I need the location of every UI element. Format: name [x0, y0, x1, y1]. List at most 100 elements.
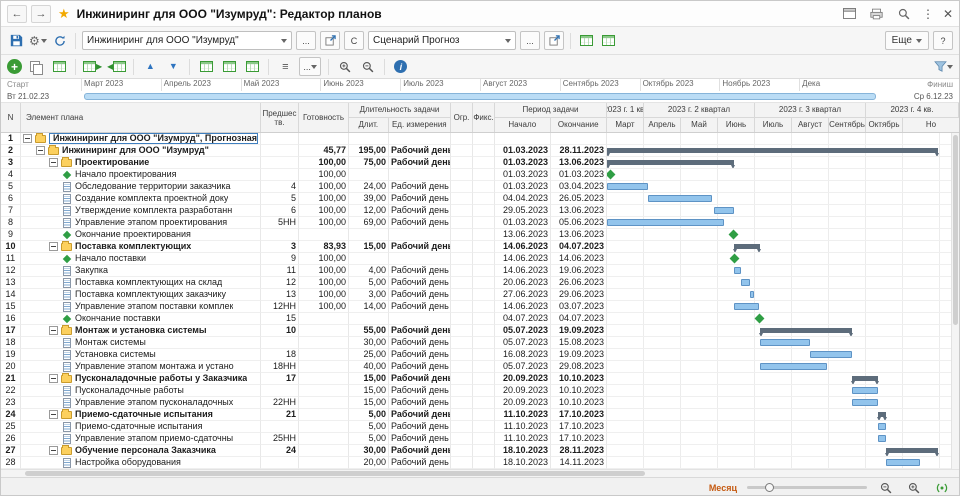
- gantt-task-bar[interactable]: [760, 339, 810, 346]
- save-button[interactable]: [7, 32, 25, 50]
- table-row[interactable]: 18Монтаж системы30,00Рабочий день05.07.2…: [1, 337, 959, 349]
- gantt-task-bar[interactable]: [810, 351, 853, 358]
- forward-button[interactable]: →: [31, 5, 51, 23]
- gantt-task-bar[interactable]: [852, 399, 878, 406]
- table-row[interactable]: 12Закупка11100,004,00Рабочий день14.06.2…: [1, 265, 959, 277]
- table-row[interactable]: 28Настройка оборудования20,00Рабочий ден…: [1, 457, 959, 469]
- search-icon[interactable]: [895, 5, 913, 23]
- refresh-table-button[interactable]: [243, 58, 261, 76]
- move-up-button[interactable]: ▲: [141, 58, 159, 76]
- table-row[interactable]: 22Пусконаладочные работы15,00Рабочий ден…: [1, 385, 959, 397]
- expand-all-button[interactable]: [197, 58, 215, 76]
- table-row[interactable]: 13Поставка комплектующих на склад12100,0…: [1, 277, 959, 289]
- indent-button[interactable]: ▶: [83, 58, 102, 76]
- gantt-summary-bar[interactable]: [760, 328, 853, 333]
- header-fixed[interactable]: Фикс.: [473, 103, 495, 132]
- menu-dots-icon[interactable]: ⋮: [922, 8, 934, 20]
- show-table-button[interactable]: [577, 32, 595, 50]
- gantt-task-bar[interactable]: [886, 459, 920, 466]
- collapse-all-button[interactable]: [220, 58, 238, 76]
- horizontal-scrollbar[interactable]: [1, 469, 959, 477]
- close-icon[interactable]: ✕: [943, 8, 953, 20]
- header-start[interactable]: Начало: [495, 118, 551, 132]
- gantt-summary-bar[interactable]: [607, 160, 734, 165]
- settings-button[interactable]: ⚙: [29, 32, 47, 50]
- table-row[interactable]: 21Пусконаладочные работы у Заказчика1715…: [1, 373, 959, 385]
- edit-table-button[interactable]: [50, 58, 68, 76]
- zoom-in-button[interactable]: [336, 58, 354, 76]
- vertical-scrollbar[interactable]: [951, 133, 959, 469]
- gantt-task-bar[interactable]: [607, 219, 724, 226]
- gantt-task-bar[interactable]: [750, 291, 754, 298]
- gantt-zoom-out-button[interactable]: [877, 479, 895, 496]
- scenario-choose-button[interactable]: ...: [520, 31, 540, 50]
- filter-button[interactable]: [934, 58, 953, 76]
- gantt-task-bar[interactable]: [760, 363, 827, 370]
- outdent-button[interactable]: ◀: [107, 58, 126, 76]
- table-row[interactable]: 17Монтаж и установка системы1055,00Рабоч…: [1, 325, 959, 337]
- gantt-task-bar[interactable]: [878, 435, 886, 442]
- table-row[interactable]: 20Управление этапом монтажа и устано18НН…: [1, 361, 959, 373]
- more-button[interactable]: Еще: [885, 31, 929, 50]
- table-row[interactable]: 14Поставка комплектующих заказчику13100,…: [1, 289, 959, 301]
- table-row[interactable]: 9Окончание проектирования13.06.202313.06…: [1, 229, 959, 241]
- table-row[interactable]: 16Окончание поставки1504.07.202304.07.20…: [1, 313, 959, 325]
- table-row[interactable]: 23Управление этапом пусконаладочных22НН1…: [1, 397, 959, 409]
- table-row[interactable]: 10Поставка комплектующих383,9315,00Рабоч…: [1, 241, 959, 253]
- table-row[interactable]: 25Приемо-сдаточные испытания5,00Рабочий …: [1, 421, 959, 433]
- header-end[interactable]: Окончание: [551, 118, 607, 132]
- table-row[interactable]: 27Обучение персонала Заказчика2430,00Раб…: [1, 445, 959, 457]
- refresh-button[interactable]: [51, 32, 69, 50]
- scale-slider[interactable]: [747, 486, 867, 489]
- row-more-button[interactable]: ...: [299, 57, 321, 76]
- timeline-range-slider[interactable]: [84, 93, 876, 100]
- collapse-toggle[interactable]: [36, 146, 45, 155]
- gantt-milestone[interactable]: [607, 170, 615, 180]
- collapse-toggle[interactable]: [49, 446, 58, 455]
- table-row[interactable]: 6Создание комплекта проектной доку5100,0…: [1, 193, 959, 205]
- help-button[interactable]: ?: [933, 31, 953, 50]
- move-down-button[interactable]: ▼: [164, 58, 182, 76]
- horizontal-scrollbar-thumb[interactable]: [25, 471, 645, 476]
- header-duration[interactable]: Длит.: [349, 118, 389, 132]
- gantt-task-bar[interactable]: [734, 303, 759, 310]
- table-row[interactable]: 26Управление этапом приемо-сдаточны25НН5…: [1, 433, 959, 445]
- header-number[interactable]: N: [1, 103, 21, 132]
- collapse-toggle[interactable]: [49, 374, 58, 383]
- gantt-summary-bar[interactable]: [607, 148, 938, 153]
- collapse-toggle[interactable]: [49, 242, 58, 251]
- gantt-summary-bar[interactable]: [734, 244, 760, 249]
- favorite-star-icon[interactable]: ★: [58, 6, 70, 22]
- table-row[interactable]: 2Инжиниринг для ООО "Изумруд"45,77195,00…: [1, 145, 959, 157]
- vertical-scrollbar-thumb[interactable]: [953, 135, 958, 325]
- live-update-button[interactable]: [933, 479, 951, 496]
- plan-choose-button[interactable]: ...: [296, 31, 316, 50]
- show-chart-button[interactable]: [599, 32, 617, 50]
- header-plan-element[interactable]: Элемент плана: [21, 103, 261, 132]
- gantt-task-bar[interactable]: [741, 279, 750, 286]
- collapse-toggle[interactable]: [49, 410, 58, 419]
- print-icon[interactable]: [868, 5, 886, 23]
- table-row[interactable]: 4Начало проектирования100,0001.03.202301…: [1, 169, 959, 181]
- header-duration-group-label[interactable]: Длительность задачи: [349, 103, 450, 118]
- gantt-zoom-in-button[interactable]: [905, 479, 923, 496]
- gantt-summary-bar[interactable]: [886, 448, 937, 453]
- gantt-summary-bar[interactable]: [852, 376, 878, 381]
- plan-open-button[interactable]: [320, 31, 340, 50]
- collapse-toggle[interactable]: [49, 158, 58, 167]
- back-button[interactable]: ←: [7, 5, 27, 23]
- scenario-prefix-button[interactable]: С: [344, 31, 364, 50]
- gantt-milestone[interactable]: [754, 314, 764, 324]
- gantt-task-bar[interactable]: [648, 195, 712, 202]
- gantt-milestone[interactable]: [728, 230, 738, 240]
- gantt-task-bar[interactable]: [714, 207, 734, 214]
- header-readiness[interactable]: Готовность: [299, 103, 349, 132]
- table-row[interactable]: 8Управление этапом проектирования5НН100,…: [1, 217, 959, 229]
- header-constraint[interactable]: Огр.: [451, 103, 473, 132]
- panel-icon[interactable]: [841, 5, 859, 23]
- scenario-open-button[interactable]: [544, 31, 564, 50]
- copy-row-button[interactable]: [27, 58, 45, 76]
- table-row[interactable]: 5Обследование территории заказчика4100,0…: [1, 181, 959, 193]
- table-row[interactable]: 3Проектирование100,0075,00Рабочий день01…: [1, 157, 959, 169]
- gantt-summary-bar[interactable]: [878, 412, 886, 417]
